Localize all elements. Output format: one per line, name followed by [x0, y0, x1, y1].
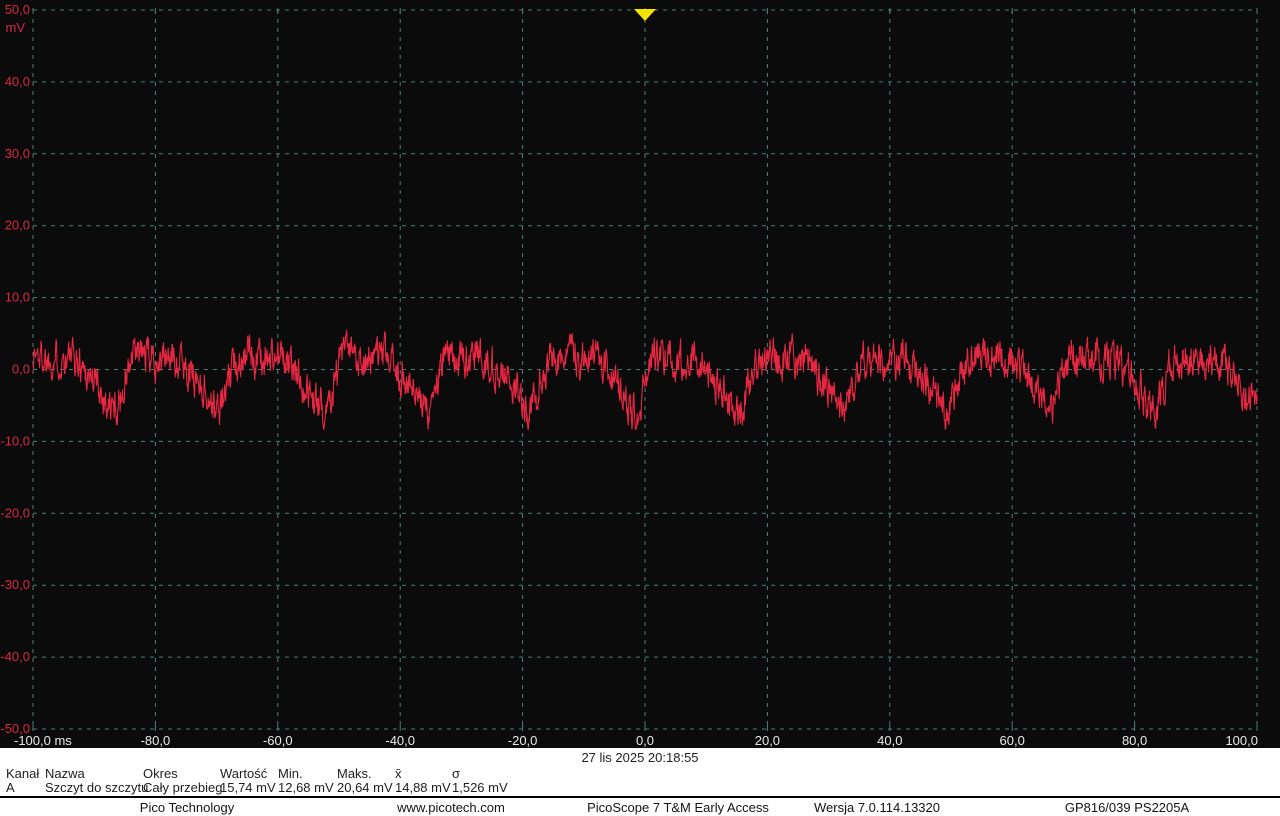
y-tick-label: 30,0 [5, 146, 30, 161]
measurements-value-row: A Szczyt do szczytu Cały przebieg 15,74 mV 1… [0, 780, 1280, 795]
x-tick-label: 80,0 [1122, 733, 1147, 748]
footer-item: GP816/039 PS2205A [1064, 800, 1190, 815]
y-tick-label: 40,0 [5, 74, 30, 89]
measurement-header: x̄ [395, 766, 402, 781]
measurement-value: 14,88 mV [395, 780, 451, 795]
measurement-header: Kanał [6, 766, 40, 781]
trigger-marker-icon[interactable] [634, 9, 656, 21]
y-axis-unit: mV [6, 20, 26, 35]
x-tick-label: 20,0 [755, 733, 780, 748]
y-tick-label: -40,0 [0, 649, 30, 664]
x-tick-label: 40,0 [877, 733, 902, 748]
measurement-header: Nazwa [45, 766, 85, 781]
y-tick-label: -20,0 [0, 505, 30, 520]
footer-item[interactable]: www.picotech.com [397, 800, 505, 815]
y-tick-label: 10,0 [5, 290, 30, 305]
y-tick-label: 20,0 [5, 218, 30, 233]
measurement-value: 15,74 mV [220, 780, 276, 795]
measurement-value: 12,68 mV [278, 780, 334, 795]
x-tick-label: -20,0 [508, 733, 538, 748]
measurement-header: σ [452, 766, 461, 781]
measurement-value: Cały przebieg [143, 780, 223, 795]
footer-row: Pico Technology www.picotech.com PicoScope… [0, 800, 1280, 815]
y-axis-labels: 50,0 40,0 30,0 20,0 10,0 0,0 -10,0 -20,0 -30,0 -4… [0, 2, 30, 736]
measurement-value: 20,64 mV [337, 780, 393, 795]
x-tick-label: 100,0 [1225, 733, 1258, 748]
scope-view[interactable]: 50,0 40,0 30,0 20,0 10,0 0,0 -10,0 -20,0 -30,0 -4… [0, 0, 1280, 748]
y-tick-label: -30,0 [0, 577, 30, 592]
footer-item: Wersja 7.0.114.13320 [814, 800, 940, 815]
capture-datetime: 27 lis 2025 20:18:55 [581, 750, 699, 765]
footer-item: PicoScope 7 T&M Early Access [587, 800, 769, 815]
x-tick-label: -60,0 [263, 733, 293, 748]
x-tick-label: -80,0 [141, 733, 171, 748]
x-tick-label: 0,0 [636, 733, 654, 748]
x-tick-label: 60,0 [1000, 733, 1025, 748]
y-tick-label: 0,0 [12, 362, 30, 377]
y-tick-label: -10,0 [0, 433, 30, 448]
measurement-value: Szczyt do szczytu [45, 780, 149, 795]
measurement-header: Maks. [337, 766, 372, 781]
footer-item: Pico Technology [139, 800, 235, 815]
x-tick-label: -100,0 ms [14, 733, 72, 748]
footer-divider [0, 796, 1280, 798]
x-tick-label: -40,0 [385, 733, 415, 748]
x-axis-labels: -100,0 ms -80,0 -60,0 -40,0 -20,0 0,0 20,0 40,0… [14, 733, 1258, 748]
measurement-value: 1,526 mV [452, 780, 508, 795]
measurement-value: A [6, 780, 15, 795]
measurement-header: Okres [143, 766, 178, 781]
measurement-header: Min. [278, 766, 303, 781]
status-panel: 27 lis 2025 20:18:55 Kanał Nazwa Okres Wart… [0, 748, 1280, 816]
picoscope-page: 50,0 40,0 30,0 20,0 10,0 0,0 -10,0 -20,0 -30,0 -4… [0, 0, 1280, 816]
measurements-header-row: Kanał Nazwa Okres Wartość Min. Maks. x̄ σ [0, 766, 1280, 781]
measurement-header: Wartość [220, 766, 268, 781]
y-tick-label: 50,0 [5, 2, 30, 17]
grid [32, 9, 1258, 730]
